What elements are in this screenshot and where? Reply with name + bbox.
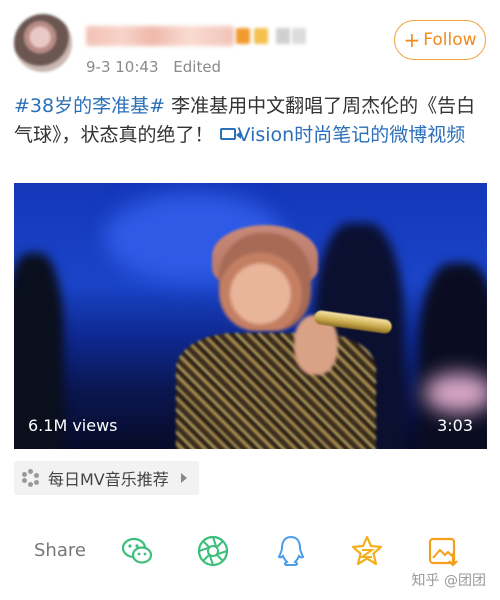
video-source-label: Vision时尚笔记的微博视频 [237,124,466,146]
video-duration: 3:03 [437,416,473,435]
share-label: Share [34,540,86,561]
video-source-link[interactable]: Vision时尚笔记的微博视频 [214,124,466,146]
share-bar: Share [0,528,500,574]
source-tag-label: 每日MV音乐推荐 [48,470,169,489]
post-text: #38岁的李准基# 李准基用中文翻唱了周杰伦的《告白气球》，状态真的绝了！ Vis… [14,92,488,150]
moments-icon[interactable] [196,534,230,568]
username-blurred[interactable] [86,26,234,46]
video-player[interactable]: 6.1M views 3:03 [14,183,487,449]
play-triangle-icon [180,473,187,483]
qzone-icon[interactable] [350,534,384,568]
video-icon [219,128,241,140]
video-view-count: 6.1M views [28,416,118,435]
stage-light [424,373,487,413]
follow-button[interactable]: + Follow [394,20,486,60]
watermark: 知乎 @团团 [411,573,486,589]
edited-label: Edited [173,58,222,76]
post-header: 9-3 10:43 Edited + Follow [0,0,500,90]
music-dots-icon [22,469,40,487]
follow-label: Follow [423,30,477,50]
performer-face [219,233,311,331]
qq-icon[interactable] [274,534,308,568]
plus-icon: + [403,28,421,52]
wechat-icon[interactable] [120,534,154,568]
post-time: 9-3 10:43 [86,58,159,76]
save-image-icon[interactable] [426,534,460,568]
hashtag-link[interactable]: #38岁的李准基# [14,95,165,117]
performer-jacket [176,333,376,449]
source-tag[interactable]: 每日MV音乐推荐 [14,461,199,495]
avatar[interactable] [14,14,72,72]
post-meta: 9-3 10:43 Edited [86,58,231,76]
user-badges-blurred [236,26,306,46]
